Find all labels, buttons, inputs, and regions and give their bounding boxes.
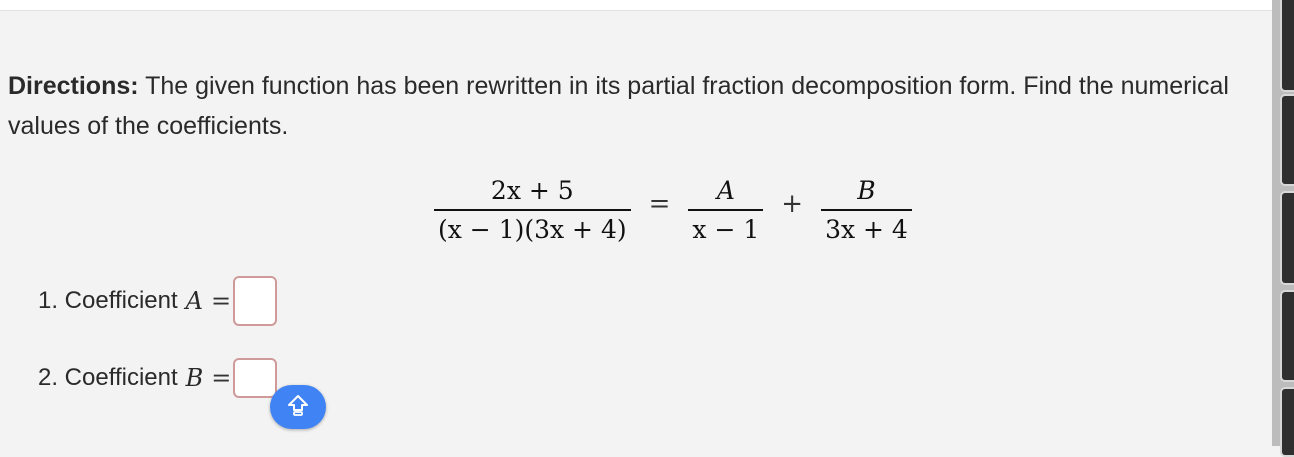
question-variable: B [185, 364, 204, 392]
top-strip [0, 0, 1272, 11]
lhs-denominator: (x − 1)(3x + 4) [438, 214, 627, 244]
side-tab[interactable] [1280, 387, 1294, 457]
plus-sign: + [781, 189, 804, 219]
directions-body: The given function has been rewritten in… [8, 72, 1229, 140]
question-variable: A [185, 287, 203, 315]
question-coefficient-a: 1. Coefficient A = [38, 276, 278, 326]
side-tab[interactable] [1280, 0, 1294, 92]
question-label: 1. Coefficient [38, 287, 178, 314]
keyboard-toggle-button[interactable] [270, 385, 326, 429]
equals-sign: = [648, 189, 671, 219]
term1-denominator: x − 1 [692, 214, 760, 244]
term2-numerator: B [857, 176, 876, 206]
term2-denominator: 3x + 4 [825, 214, 908, 244]
side-tab[interactable] [1280, 94, 1294, 186]
side-tab[interactable] [1280, 290, 1294, 382]
arrow-up-toggle-icon [286, 393, 310, 422]
question-coefficient-b: 2. Coefficient B = [38, 358, 278, 398]
term1-numerator: A [716, 176, 735, 206]
coefficient-a-input[interactable] [233, 276, 278, 326]
equals-sign: = [211, 364, 232, 392]
directions-label: Directions: [8, 72, 139, 100]
term2-fraction: B 3x + 4 [817, 174, 916, 246]
lhs-numerator: 2x + 5 [490, 176, 574, 206]
directions-text: Directions: The given function has been … [8, 66, 1270, 148]
fraction-bar [821, 209, 912, 211]
side-tab[interactable] [1280, 191, 1294, 285]
fraction-bar [688, 209, 764, 211]
question-label: 2. Coefficient [38, 364, 178, 391]
coefficient-b-input[interactable] [233, 358, 278, 398]
lhs-fraction: 2x + 5 (x − 1)(3x + 4) [430, 174, 635, 246]
partial-fraction-equation: 2x + 5 (x − 1)(3x + 4) = A x − 1 + B 3x … [430, 165, 916, 255]
fraction-bar [434, 209, 631, 211]
equals-sign: = [210, 287, 232, 315]
term1-fraction: A x − 1 [684, 174, 767, 246]
